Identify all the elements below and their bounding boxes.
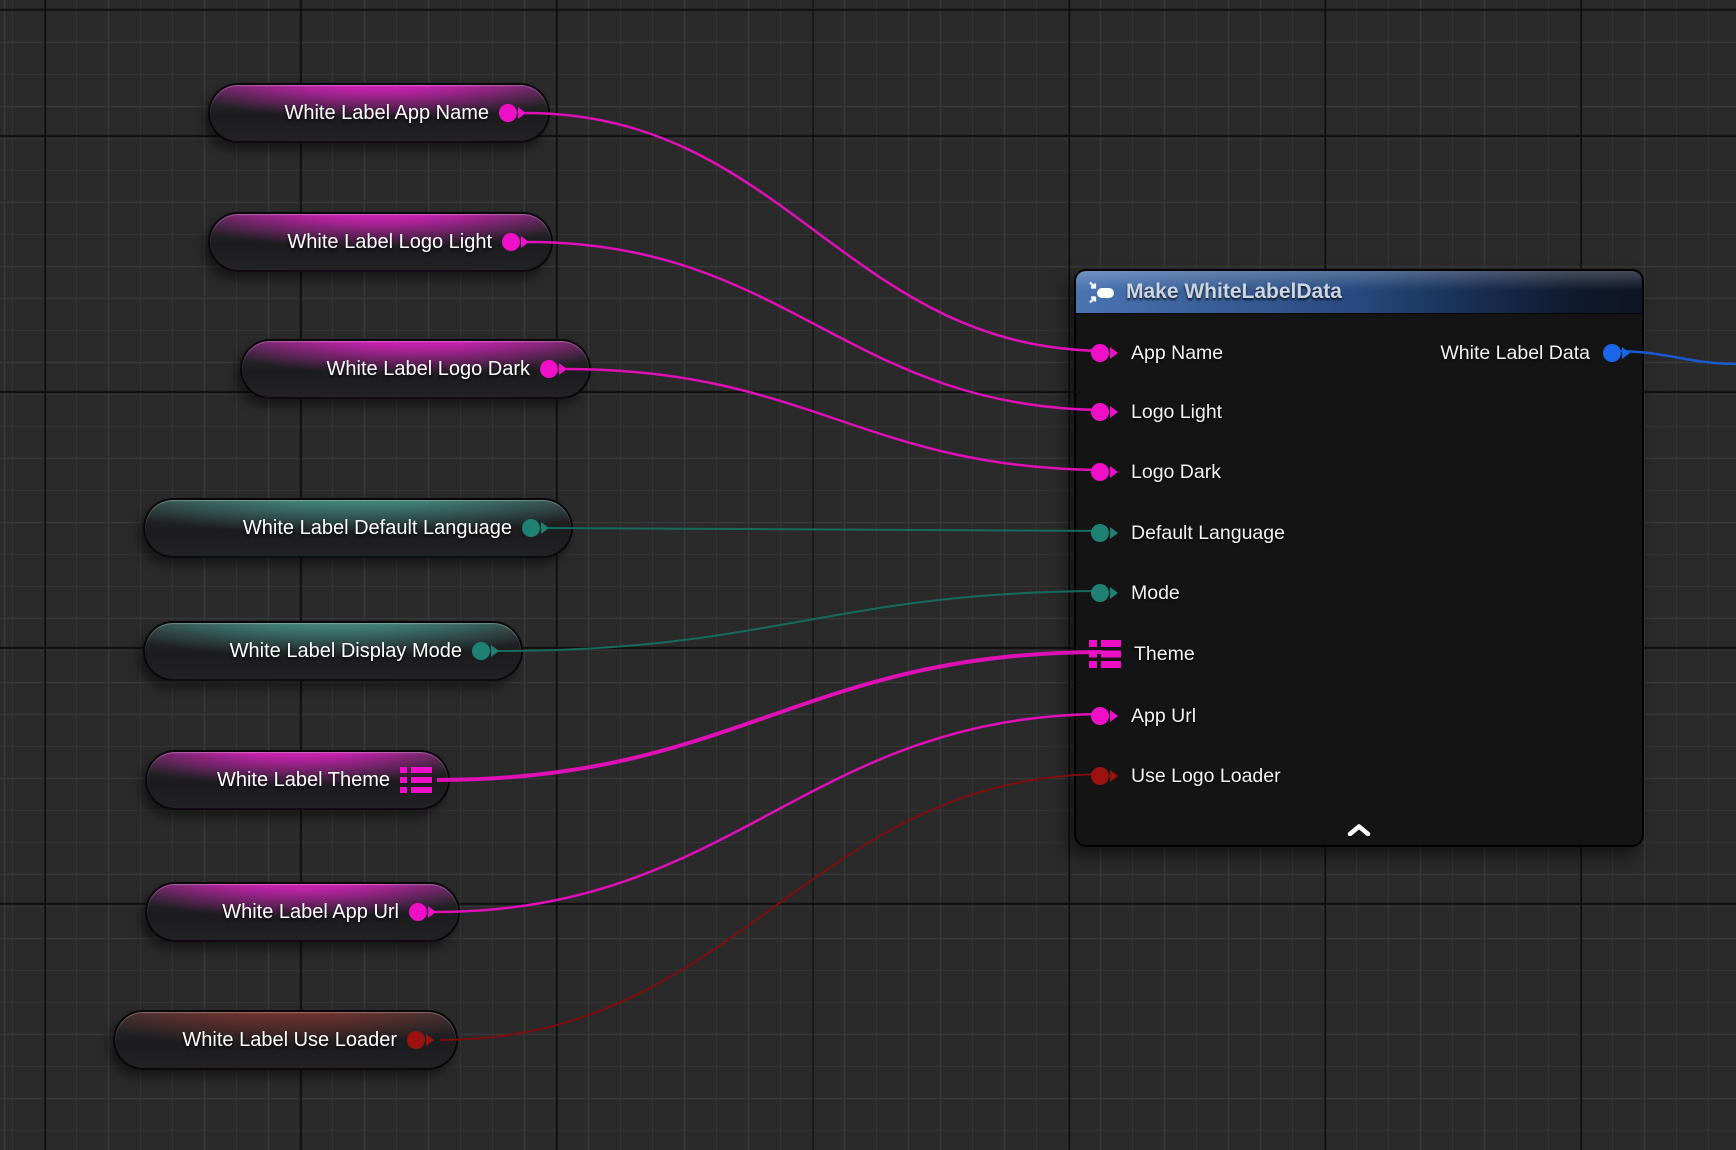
node-white-label-logo-light[interactable]: White Label Logo Light [208,212,553,272]
wire-app-name[interactable] [525,113,1108,351]
pin-row-mode: Mode [1091,575,1180,611]
output-pin-string[interactable] [502,233,529,251]
node-white-label-app-url[interactable]: White Label App Url [145,882,460,942]
pin-label: Default Language [1131,522,1285,545]
node-title: White Label Display Mode [230,640,462,663]
input-pin-theme-struct-icon[interactable] [1089,640,1121,668]
pin-label: App Url [1131,705,1196,728]
node-title: White Label Use Loader [182,1029,397,1052]
node-header[interactable]: Make WhiteLabelData [1076,271,1642,314]
input-pin-default-language[interactable] [1091,524,1118,542]
output-pin-string[interactable] [499,104,526,122]
node-make-whitelabeldata[interactable]: Make WhiteLabelData App Name Logo Light … [1074,269,1644,847]
node-title: White Label Logo Light [287,231,492,254]
collapse-node-button[interactable] [1347,824,1371,836]
pin-label: Use Logo Loader [1131,765,1281,788]
pin-row-white-label-data: White Label Data [1440,335,1630,371]
output-pin-string[interactable] [540,360,567,378]
pin-label: Theme [1134,643,1195,666]
pin-label: White Label Data [1440,342,1590,365]
wire-default-language[interactable] [548,528,1108,531]
pin-row-logo-light: Logo Light [1091,394,1222,430]
node-white-label-display-mode[interactable]: White Label Display Mode [143,621,523,681]
input-pin-logo-light[interactable] [1091,403,1118,421]
output-pin-string[interactable] [409,903,436,921]
node-title: Make WhiteLabelData [1126,280,1342,304]
output-pin-enum[interactable] [522,519,549,537]
node-white-label-logo-dark[interactable]: White Label Logo Dark [240,339,591,399]
wire-theme[interactable] [437,652,1102,780]
node-white-label-use-loader[interactable]: White Label Use Loader [113,1010,458,1070]
pin-row-theme: Theme [1089,636,1195,672]
output-pin-white-label-data[interactable] [1603,344,1630,362]
pin-label: App Name [1131,342,1223,365]
node-title: White Label App Name [284,102,489,125]
wire-use-loader[interactable] [440,774,1108,1040]
wire-logo-light[interactable] [528,242,1108,410]
input-pin-app-url[interactable] [1091,707,1118,725]
wire-app-url[interactable] [435,714,1108,912]
output-pin-bool[interactable] [407,1031,434,1049]
node-white-label-app-name[interactable]: White Label App Name [208,83,550,143]
input-pin-use-logo-loader[interactable] [1091,767,1118,785]
make-struct-icon [1088,280,1115,305]
input-pin-logo-dark[interactable] [1091,463,1118,481]
pin-label: Logo Light [1131,401,1222,424]
wire-mode[interactable] [498,591,1108,651]
pin-row-use-logo-loader: Use Logo Loader [1091,758,1281,794]
wire-logo-dark[interactable] [566,369,1108,470]
pin-row-app-url: App Url [1091,698,1196,734]
pin-row-default-language: Default Language [1091,515,1285,551]
blueprint-graph-canvas[interactable]: White Label App Name White Label Logo Li… [0,0,1736,1150]
pin-label: Mode [1131,582,1180,605]
node-white-label-default-language[interactable]: White Label Default Language [143,498,573,558]
input-pin-app-name[interactable] [1091,344,1118,362]
input-pin-mode[interactable] [1091,584,1118,602]
node-title: White Label Default Language [243,517,512,540]
node-title: White Label Theme [217,769,390,792]
pin-label: Logo Dark [1131,461,1221,484]
output-pin-struct-icon[interactable] [400,767,432,793]
node-white-label-theme[interactable]: White Label Theme [145,750,450,810]
pin-row-app-name: App Name [1091,335,1223,371]
node-title: White Label App Url [222,901,399,924]
chevron-up-icon [1347,824,1371,836]
node-title: White Label Logo Dark [327,358,530,381]
output-pin-enum[interactable] [472,642,499,660]
pin-row-logo-dark: Logo Dark [1091,454,1221,490]
